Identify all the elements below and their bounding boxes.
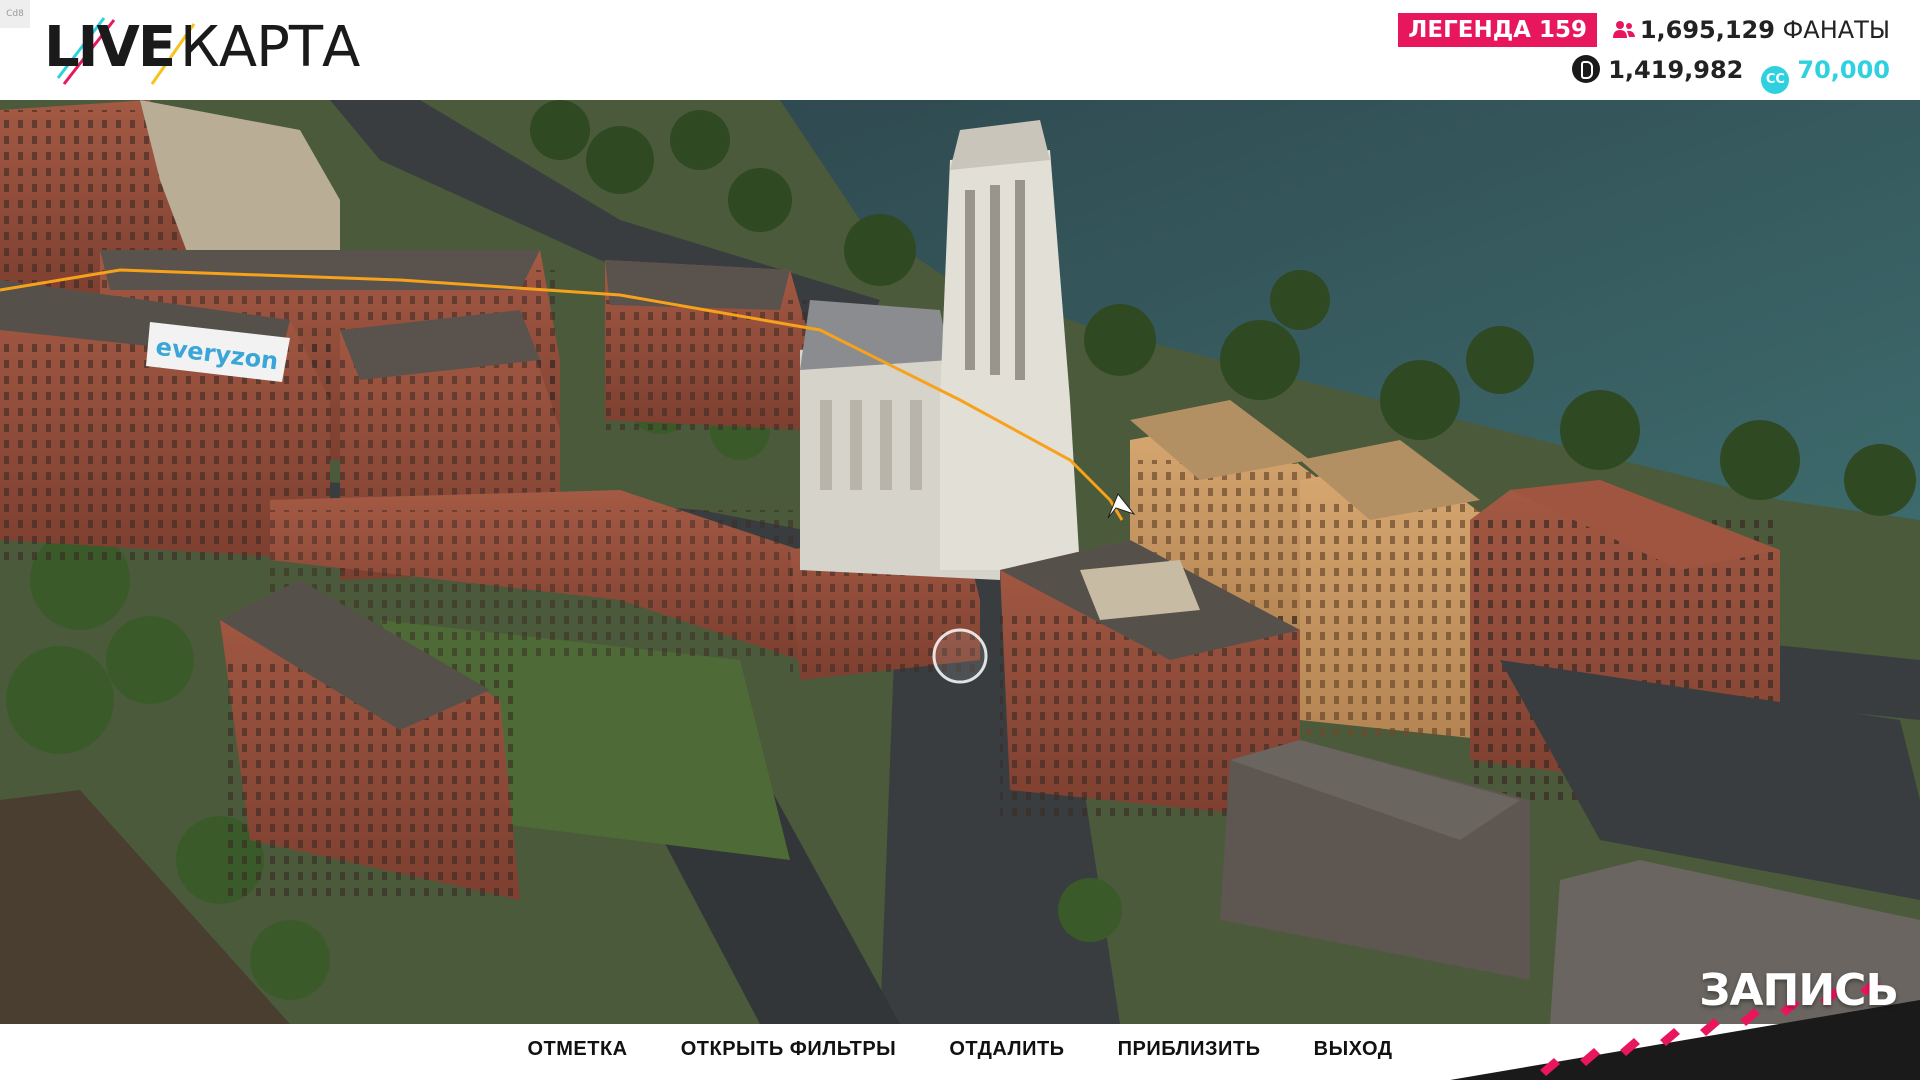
corner-tag: Cd8	[0, 0, 30, 28]
crew-credits-value: 70,000	[1797, 56, 1890, 84]
menu-item-open-filters[interactable]: ОТКРЫТЬ ФИЛЬТРЫ	[681, 1024, 897, 1074]
bucks-icon	[1572, 55, 1601, 83]
menu-item-mark[interactable]: ОТМЕТКА	[527, 1024, 627, 1074]
player-stats: ЛЕГЕНДА 159 1,695,129 ФАНАТЫ 1,419,982 CC…	[1330, 12, 1890, 94]
map-menu: ОТМЕТКА ОТКРЫТЬ ФИЛЬТРЫ ОТДАЛИТЬ ПРИБЛИЗ…	[0, 1024, 1920, 1080]
currency-row: 1,419,982 CC 70,000	[1572, 52, 1890, 94]
livemap-logo: LIVE КАРТА	[44, 14, 374, 85]
bottom-bar: ОТМЕТКА ОТКРЫТЬ ФИЛЬТРЫ ОТДАЛИТЬ ПРИБЛИЗ…	[0, 1024, 1920, 1080]
map-cursor-icon[interactable]	[932, 628, 988, 684]
logo-map-text: КАРТА	[180, 15, 360, 80]
menu-item-zoom-in[interactable]: ПРИБЛИЗИТЬ	[1118, 1024, 1261, 1074]
legend-level-badge: ЛЕГЕНДА 159	[1398, 13, 1597, 47]
menu-item-zoom-out[interactable]: ОТДАЛИТЬ	[949, 1024, 1064, 1074]
fans-label: ФАНАТЫ	[1782, 16, 1890, 44]
crew-credits-icon: CC	[1761, 66, 1790, 94]
bucks-value: 1,419,982	[1608, 56, 1744, 84]
top-bar: Cd8 LIVE КАРТА ЛЕГЕНДА 159 1,695,129 ФАН…	[0, 0, 1920, 100]
menu-item-exit[interactable]: ВЫХОД	[1314, 1024, 1393, 1074]
fans-value: 1,695,129	[1639, 16, 1775, 44]
map-scene: everyzon	[0, 100, 1920, 1024]
logo-live-text: LIVE	[44, 15, 176, 80]
recording-label: ЗАПИСЬ	[1699, 965, 1899, 1016]
fans-counter: 1,695,129 ФАНАТЫ	[1612, 12, 1890, 48]
fans-icon	[1612, 21, 1635, 38]
live-map-view[interactable]: everyzon	[0, 100, 1920, 1024]
